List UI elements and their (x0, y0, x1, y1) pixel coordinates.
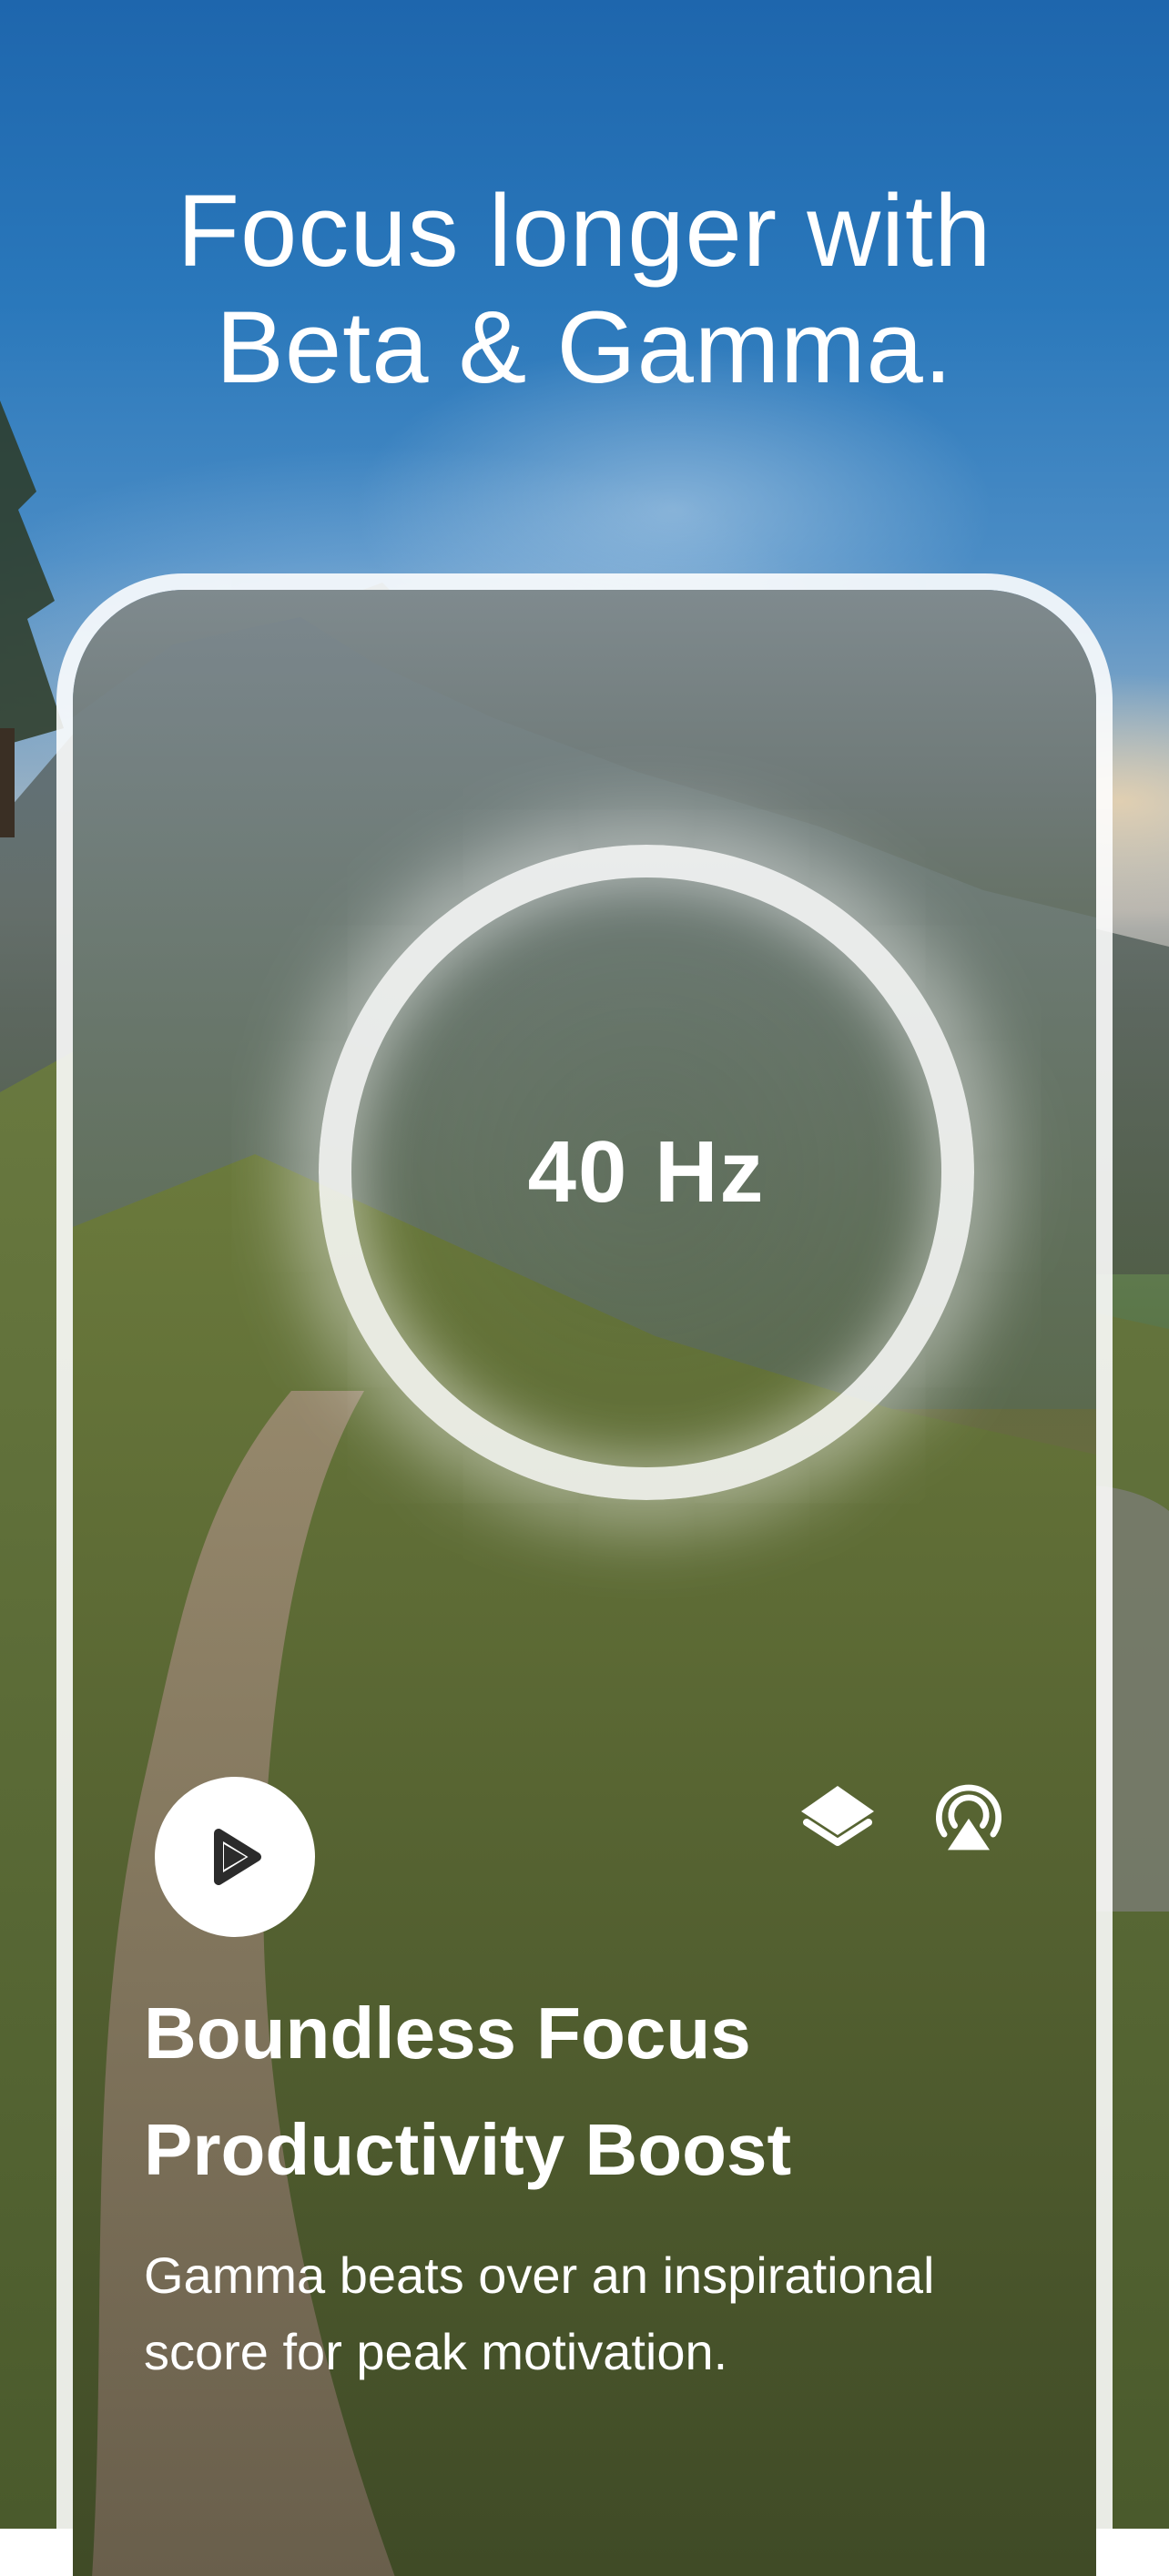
track-title-line-1: Boundless Focus (144, 1993, 751, 2074)
track-title-line-2: Productivity Boost (144, 2109, 792, 2190)
track-description: Gamma beats over an inspirational score … (144, 2246, 935, 2380)
play-icon (214, 1829, 261, 1885)
frequency-label: 40 Hz (527, 1123, 766, 1221)
headline-line-2: Beta & Gamma. (216, 290, 953, 404)
track-title: Boundless Focus Productivity Boost (144, 1975, 1054, 2208)
layers-button[interactable] (794, 1775, 881, 1862)
headline-line-1: Focus longer with (177, 174, 992, 288)
airplay-button[interactable] (925, 1771, 1012, 1859)
airplay-icon (936, 1784, 1001, 1851)
headline: Focus longer with Beta & Gamma. (0, 173, 1169, 406)
layers-icon (801, 1786, 874, 1846)
play-button[interactable] (155, 1777, 315, 1937)
